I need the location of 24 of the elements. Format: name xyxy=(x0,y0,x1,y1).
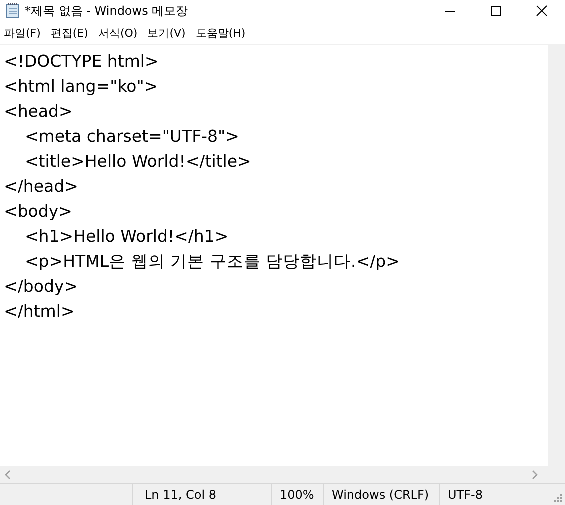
code-line: <head> xyxy=(4,101,74,123)
status-text: 100% xyxy=(280,488,314,502)
scroll-left-icon[interactable] xyxy=(4,470,12,480)
code-line: <!DOCTYPE html> xyxy=(4,51,160,73)
status-text: UTF-8 xyxy=(448,488,483,502)
code-line: <p>HTML은 웹의 기본 구조를 담당합니다.</p> xyxy=(24,251,401,273)
code-line: <title>Hello World!</title> xyxy=(24,151,252,173)
resize-grip-icon[interactable] xyxy=(553,493,563,503)
code-line: <body> xyxy=(4,201,74,223)
code-line: </html> xyxy=(4,301,76,323)
code-line: <meta charset="UTF-8"> xyxy=(24,126,240,148)
maximize-icon xyxy=(490,5,502,17)
close-icon xyxy=(536,5,548,17)
code-line: </head> xyxy=(4,176,80,198)
code-line: <h1>Hello World!</h1> xyxy=(24,226,230,248)
status-text: Ln 11, Col 8 xyxy=(145,488,217,502)
code-line: <html lang="ko"> xyxy=(4,76,160,98)
notepad-icon xyxy=(5,3,21,19)
horizontal-scrollbar[interactable] xyxy=(0,466,565,483)
status-text: Windows (CRLF) xyxy=(332,488,430,502)
code-line: </body> xyxy=(4,276,80,298)
text-editor[interactable]: <!DOCTYPE html> <html lang="ko"> <head> <meta charset="UTF-8"> <title>Hello World!</title> </head> <body> <h1>Hello World!</h1> <p>HTML은 웹의 기본 구조를 담당합니다.</p> </body> </html> xyxy=(0,45,548,466)
window-title: *제목 없음 - Windows 메모장 xyxy=(25,2,188,20)
scroll-right-icon[interactable] xyxy=(531,470,539,480)
